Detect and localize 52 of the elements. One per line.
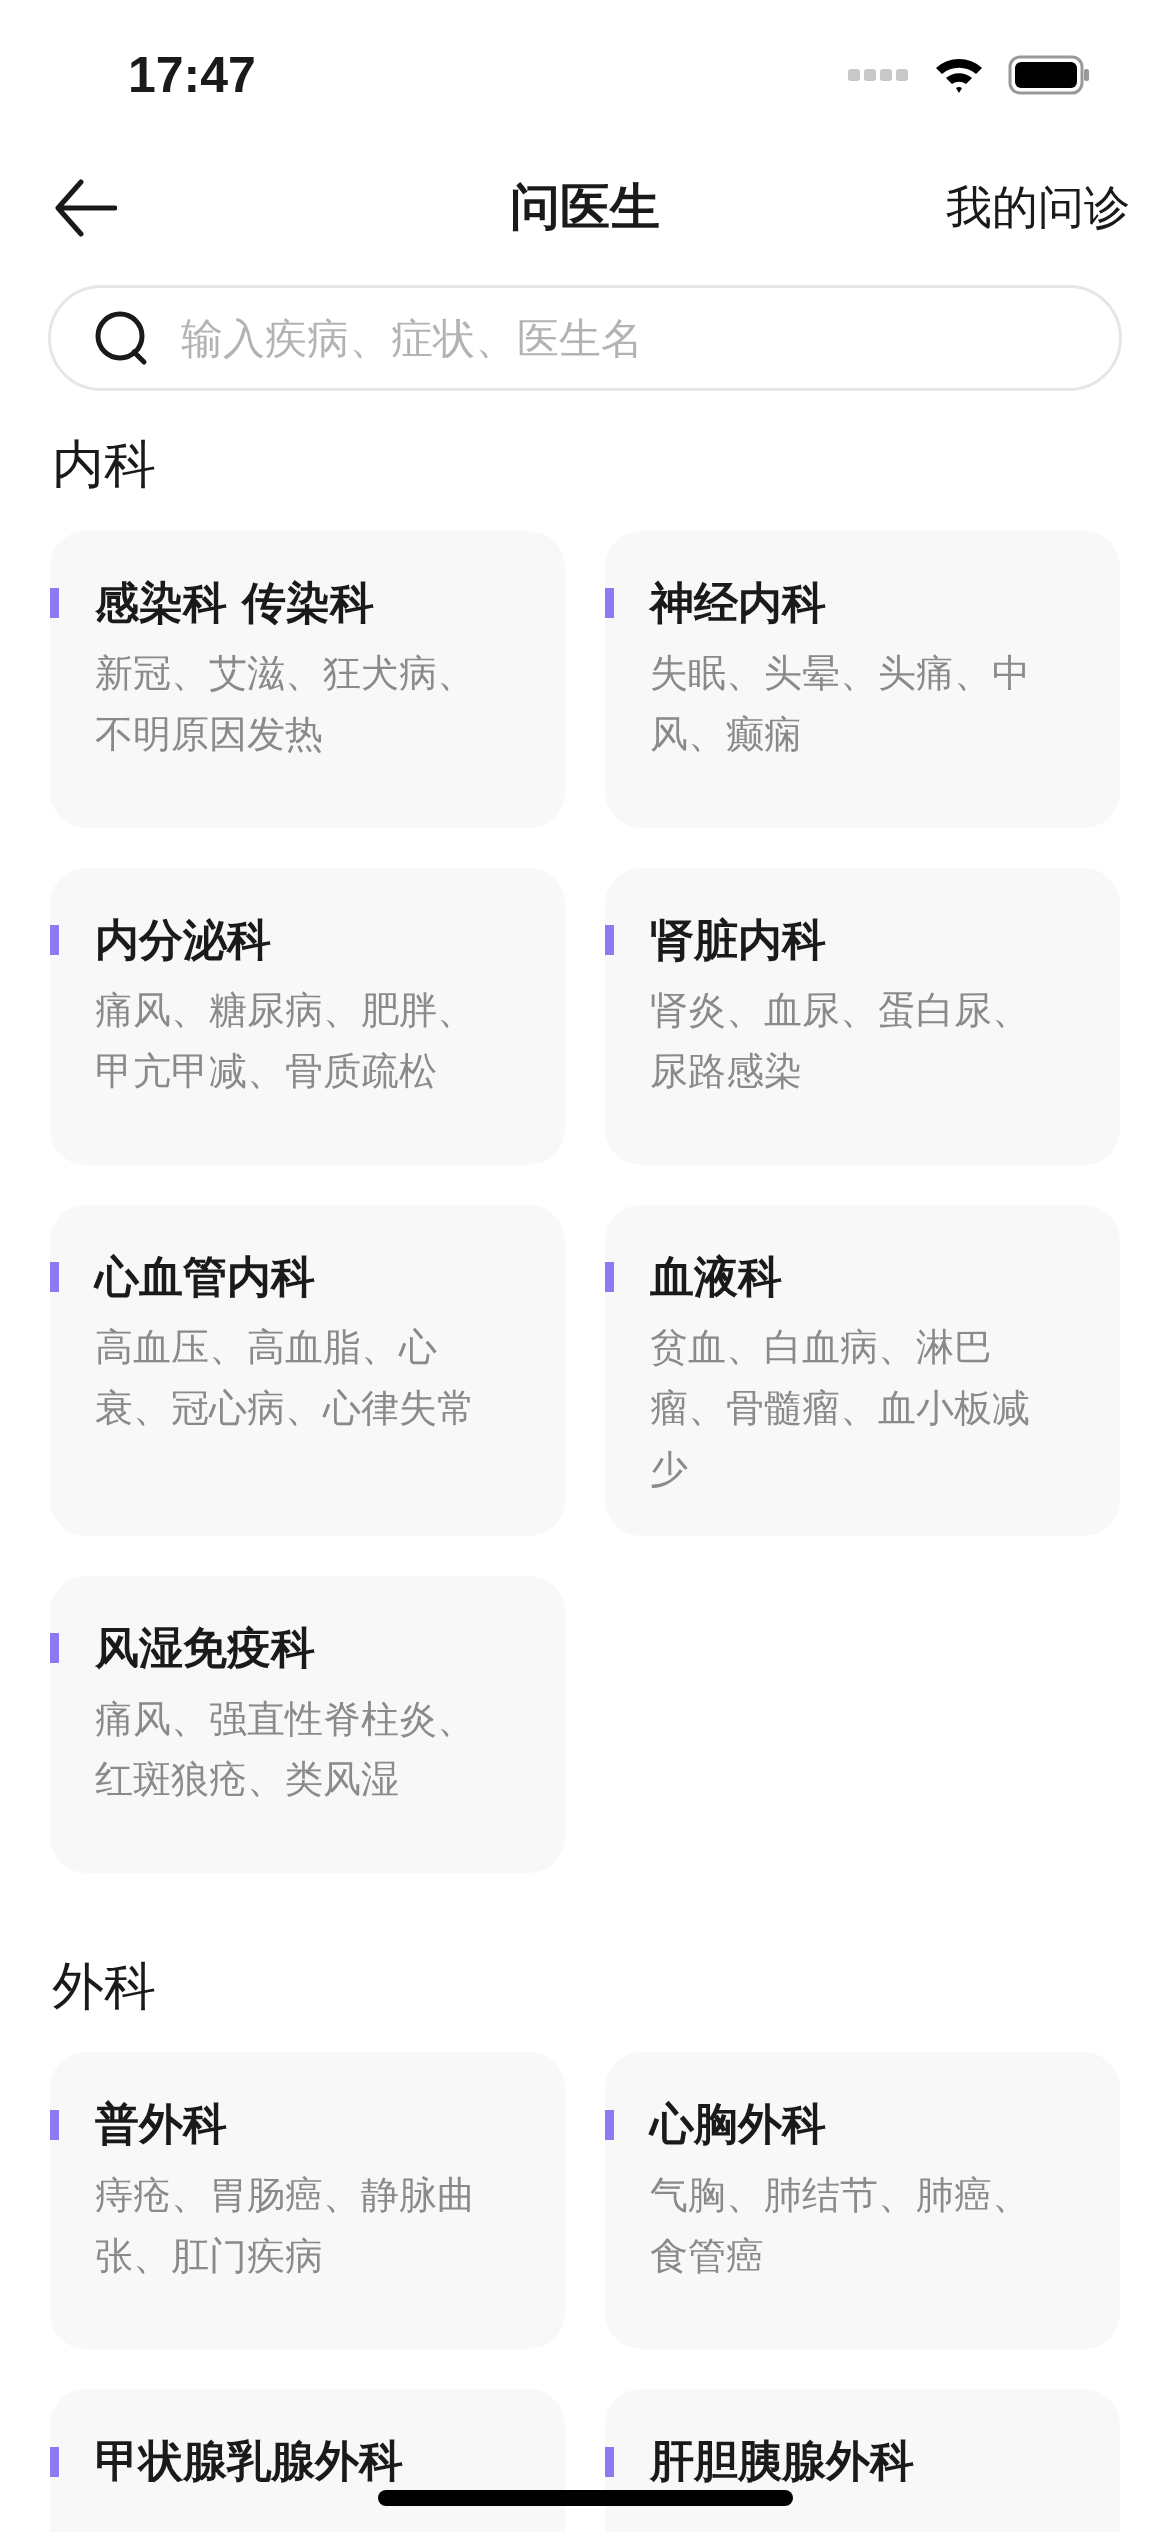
department-name: 神经内科 — [650, 576, 826, 630]
symptom-list: 痛风、糖尿病、肥胖、甲亢甲减、骨质疏松 — [50, 980, 495, 1102]
wifi-icon — [934, 56, 984, 94]
department-name: 血液科 — [650, 1250, 782, 1304]
status-time: 17:47 — [128, 45, 256, 105]
accent-bar — [50, 1262, 59, 1292]
department-card[interactable]: 普外科 痔疮、胃肠癌、静脉曲张、肛门疾病 — [50, 2052, 565, 2350]
department-name: 心血管内科 — [95, 1250, 315, 1304]
battery-icon — [1008, 55, 1090, 95]
search-field[interactable]: 输入疾病、症状、医生名 — [48, 285, 1122, 391]
department-name: 甲状腺乳腺外科 — [95, 2435, 403, 2489]
department-card[interactable]: 感染科 传染科 新冠、艾滋、狂犬病、不明原因发热 — [50, 530, 565, 828]
signal-icon — [848, 68, 910, 82]
department-name: 内分泌科 — [95, 913, 271, 967]
symptom-list: 痔疮、胃肠癌、静脉曲张、肛门疾病 — [50, 2165, 495, 2287]
accent-bar — [605, 925, 614, 955]
department-card[interactable]: 内分泌科 痛风、糖尿病、肥胖、甲亢甲减、骨质疏松 — [50, 867, 565, 1165]
department-name: 心胸外科 — [650, 2098, 826, 2152]
department-card[interactable]: 神经内科 失眠、头晕、头痛、中风、癫痫 — [605, 530, 1120, 828]
accent-bar — [50, 2109, 59, 2140]
department-card[interactable]: 风湿免疫科 痛风、强直性脊柱炎、红斑狼疮、类风湿 — [50, 1575, 565, 1873]
my-consultations-link[interactable]: 我的问诊 — [946, 173, 1130, 242]
accent-bar — [50, 588, 59, 618]
department-name: 普外科 — [95, 2098, 227, 2152]
department-name: 肾脏内科 — [650, 913, 826, 967]
accent-bar — [605, 2446, 614, 2477]
symptom-list: 贫血、白血病、淋巴瘤、骨髓瘤、血小板减少 — [605, 1317, 1050, 1500]
accent-bar — [605, 588, 614, 618]
department-card[interactable]: 肝胆胰腺外科 — [605, 2389, 1120, 2532]
page-title: 问医生 — [510, 178, 660, 236]
symptom-list: 肾炎、血尿、蛋白尿、尿路感染 — [605, 980, 1050, 1102]
section-title: 内科 — [52, 434, 156, 494]
department-card[interactable]: 血液科 贫血、白血病、淋巴瘤、骨髓瘤、血小板减少 — [605, 1204, 1120, 1536]
accent-bar — [50, 2446, 59, 2477]
symptom-list: 新冠、艾滋、狂犬病、不明原因发热 — [50, 643, 495, 765]
symptom-list: 痛风、强直性脊柱炎、红斑狼疮、类风湿 — [50, 1688, 495, 1811]
symptom-list: 气胸、肺结节、肺癌、食管癌 — [605, 2165, 1050, 2287]
accent-bar — [605, 1262, 614, 1292]
back-icon[interactable] — [55, 177, 117, 238]
department-name: 感染科 传染科 — [95, 576, 375, 630]
symptom-list: 失眠、头晕、头痛、中风、癫痫 — [605, 643, 1050, 765]
accent-bar — [50, 1633, 59, 1664]
department-card[interactable]: 心胸外科 气胸、肺结节、肺癌、食管癌 — [605, 2052, 1120, 2350]
accent-bar — [50, 925, 59, 955]
department-card[interactable]: 心血管内科 高血压、高血脂、心衰、冠心病、心律失常 — [50, 1204, 565, 1536]
department-name: 风湿免疫科 — [95, 1621, 315, 1675]
symptom-list: 高血压、高血脂、心衰、冠心病、心律失常 — [50, 1317, 495, 1439]
department-name: 肝胆胰腺外科 — [650, 2435, 914, 2489]
accent-bar — [605, 2109, 614, 2140]
department-card[interactable]: 肾脏内科 肾炎、血尿、蛋白尿、尿路感染 — [605, 867, 1120, 1165]
department-card[interactable]: 甲状腺乳腺外科 — [50, 2389, 565, 2532]
section-title: 外科 — [52, 1955, 156, 2016]
